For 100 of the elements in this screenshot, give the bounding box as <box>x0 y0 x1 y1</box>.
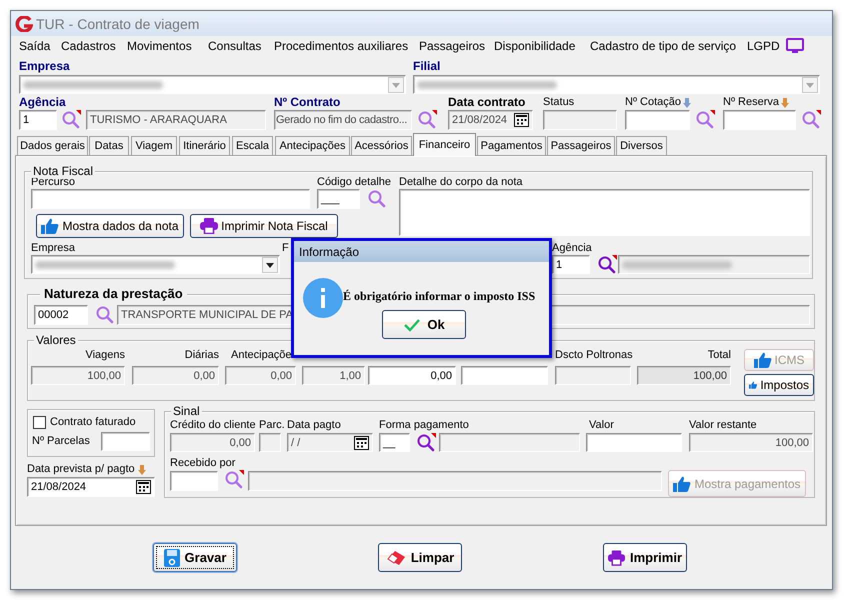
search-icon[interactable] <box>224 470 244 490</box>
menu-item[interactable]: Consultas <box>208 39 274 53</box>
tab[interactable]: Escala <box>232 136 273 155</box>
search-icon[interactable] <box>61 110 81 130</box>
text-field[interactable] <box>170 471 218 491</box>
dropdown-field[interactable] <box>413 75 820 94</box>
menu-item[interactable]: Cadastro de tipo de serviço <box>590 39 747 53</box>
field-label: Percurso <box>31 176 76 189</box>
search-icon[interactable] <box>367 189 387 209</box>
check-icon <box>403 318 422 332</box>
eraser-icon <box>386 550 406 566</box>
dialog-message: É obrigatório informar o imposto ISS <box>343 289 536 304</box>
field-label: Valor <box>589 419 615 432</box>
text-area[interactable] <box>399 189 810 236</box>
menu-item[interactable]: Disponibilidade <box>494 39 590 53</box>
button[interactable]: Mostra dados da nota <box>36 214 184 238</box>
field-label: Nº Cotação <box>625 96 681 109</box>
text-field[interactable] <box>618 255 810 274</box>
text-field[interactable] <box>586 433 682 452</box>
tab[interactable]: Antecipações <box>275 136 350 155</box>
text-field[interactable]: __ <box>379 433 410 452</box>
dropdown-field[interactable] <box>19 75 406 94</box>
menu-item[interactable]: Movimentos <box>127 39 208 53</box>
text-field[interactable]: 100,00 <box>31 366 125 385</box>
button[interactable]: Imprimir Nota Fiscal <box>190 214 338 238</box>
menu-item[interactable]: Passageiros <box>419 39 494 53</box>
tab[interactable]: Dados gerais <box>17 136 88 155</box>
window-title: TUR - Contrato de viagem <box>36 16 200 32</box>
text-field[interactable] <box>555 366 631 385</box>
field-label: Forma pagamento <box>379 419 470 432</box>
text-field[interactable]: Gerado no fim do cadastro... <box>274 110 412 130</box>
group-title: Natureza da prestação <box>40 286 187 301</box>
button[interactable]: Limpar <box>378 543 462 572</box>
text-field[interactable]: ___ <box>317 189 360 209</box>
checkbox[interactable] <box>33 416 46 429</box>
calendar-icon[interactable] <box>136 480 151 494</box>
field-label: Status <box>543 96 576 109</box>
checkbox-label: Contrato faturado <box>50 416 137 429</box>
button[interactable]: Gravar <box>153 543 237 572</box>
search-icon[interactable] <box>801 110 821 130</box>
field-label: Parc. <box>259 419 286 432</box>
field-label: Nº Reserva <box>723 96 779 109</box>
down-arrow-icon <box>683 98 691 108</box>
text-field[interactable] <box>439 433 580 452</box>
field-label: Agência <box>552 242 593 255</box>
field-label: F <box>282 242 290 255</box>
text-field[interactable] <box>31 189 310 209</box>
text-field[interactable] <box>543 110 617 130</box>
text-field[interactable]: 1 <box>19 110 57 130</box>
text-field[interactable]: 1 <box>552 255 590 274</box>
text-field[interactable]: 0,00 <box>170 433 255 452</box>
search-icon[interactable] <box>597 255 617 275</box>
search-icon[interactable] <box>416 433 436 453</box>
tab[interactable]: Datas <box>89 136 129 155</box>
search-icon[interactable] <box>417 110 437 130</box>
field-label: Antecipaçõe <box>230 349 293 362</box>
text-field[interactable] <box>259 433 281 452</box>
text-field[interactable]: 00002 <box>34 305 88 325</box>
text-field[interactable] <box>723 110 796 130</box>
ok-button[interactable]: Ok <box>382 310 466 339</box>
text-field[interactable] <box>625 110 690 130</box>
down-arrow-icon <box>138 464 146 474</box>
dropdown-field[interactable] <box>31 255 280 274</box>
text-field[interactable]: 1,00 <box>302 366 365 385</box>
tab[interactable]: Itinerário <box>179 136 230 155</box>
button[interactable]: Imprimir <box>603 543 687 572</box>
menu-item[interactable]: Cadastros <box>61 39 127 53</box>
text-field[interactable] <box>101 432 150 451</box>
calendar-icon[interactable] <box>514 113 529 127</box>
search-icon[interactable] <box>695 110 715 130</box>
tab[interactable]: Diversos <box>616 136 667 155</box>
tab[interactable]: Viagem <box>131 136 177 155</box>
menu-item[interactable]: Procedimentos auxiliares <box>274 39 419 53</box>
app-logo-icon <box>15 16 33 32</box>
monitor-icon[interactable] <box>786 38 804 54</box>
group-title: Valores <box>34 333 78 347</box>
text-field[interactable]: 0,00 <box>132 366 219 385</box>
button[interactable]: Impostos <box>744 374 814 396</box>
field-label: Código detalhe <box>317 176 392 189</box>
tab[interactable]: Financeiro <box>413 133 476 156</box>
tab[interactable]: Pagamentos <box>477 136 546 155</box>
tab[interactable]: Passageiros <box>547 136 615 155</box>
menu-item[interactable]: Saída <box>19 39 61 53</box>
text-field[interactable]: 100,00 <box>689 433 813 452</box>
text-field[interactable]: 100,00 <box>637 366 731 385</box>
text-field[interactable]: 0,00 <box>368 366 456 385</box>
menu-item[interactable]: LGPD <box>747 39 783 53</box>
field-label: Nº Parcelas <box>32 435 91 448</box>
date-field[interactable]: 21/08/2024 <box>448 110 533 130</box>
search-icon[interactable] <box>95 305 115 325</box>
text-field[interactable] <box>461 366 548 385</box>
tab[interactable]: Acessórios <box>351 136 412 155</box>
field-label: Empresa <box>31 242 76 255</box>
date-field[interactable]: 21/08/2024 <box>27 477 155 497</box>
text-field[interactable]: TURISMO - ARARAQUARA <box>86 110 266 130</box>
date-field[interactable]: / / <box>287 433 373 452</box>
field-label: Filial <box>413 60 442 73</box>
text-field[interactable] <box>248 471 662 491</box>
calendar-icon[interactable] <box>354 436 369 450</box>
text-field[interactable]: 0,00 <box>225 366 296 385</box>
